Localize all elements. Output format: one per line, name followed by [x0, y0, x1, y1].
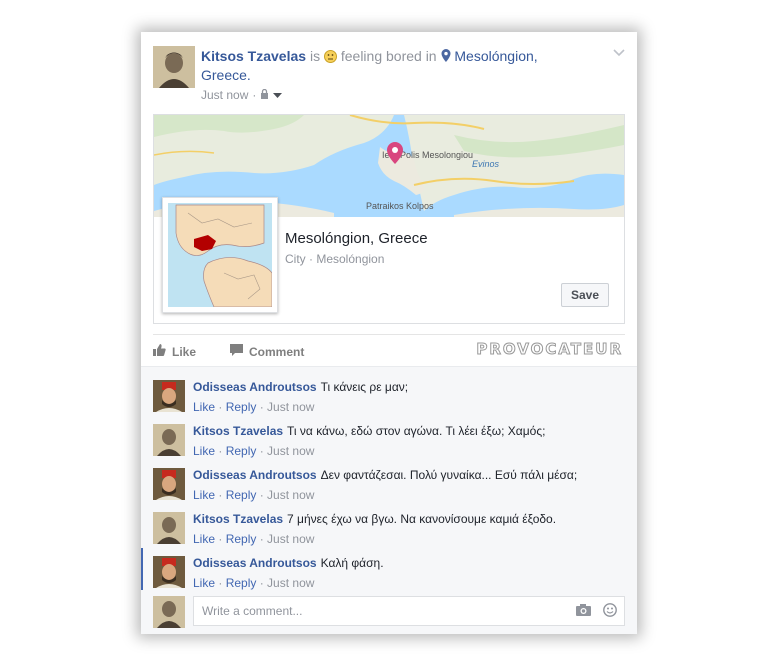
like-label: Like [172, 344, 197, 359]
lock-icon [260, 88, 269, 102]
comment-reply-link[interactable]: Reply [226, 444, 257, 458]
map-label-gulf: Patraikos Kolpos [366, 201, 434, 211]
comment-author[interactable]: Odisseas Androutsos [193, 556, 317, 570]
commenter-avatar[interactable] [153, 556, 185, 588]
watermark-text: PROVOCATEUR [476, 340, 623, 359]
feeling-text: feeling bored in [340, 48, 437, 64]
comment-text: Καλή φάση. [320, 556, 384, 570]
composer-icons [576, 603, 617, 622]
comment-body: Kitsos Tzavelas Τι να κάνω, εδώ στον αγών… [193, 423, 545, 439]
comment-item: Kitsos Tzavelas Τι να κάνω, εδώ στον αγών… [153, 418, 625, 460]
author-avatar[interactable] [153, 46, 195, 88]
comment-item: Odisseas Androutsos Καλή φάση. Like · Repl… [141, 548, 625, 592]
comment-input[interactable]: Write a comment... [193, 596, 625, 626]
thumbs-up-icon [153, 344, 166, 359]
comment-time[interactable]: Just now [267, 444, 314, 458]
comment-like-link[interactable]: Like [193, 444, 215, 458]
comment-author[interactable]: Odisseas Androutsos [193, 380, 317, 394]
commenter-avatar[interactable] [153, 468, 185, 500]
comment-icon [230, 344, 243, 359]
comment-actions: Like · Reply · Just now [193, 488, 315, 502]
comment-text: Τι να κάνω, εδώ στον αγώνα. Τι λέει έξω;… [287, 424, 546, 438]
pin-icon [441, 48, 455, 64]
like-button[interactable]: Like [153, 344, 196, 359]
post-card: Kitsos Tzavelas is feeling bored in Meso… [141, 32, 637, 634]
comment-reply-link[interactable]: Reply [226, 488, 257, 502]
place-subtitle: City · Mesolóngion [285, 252, 385, 266]
map-pin-icon [387, 142, 403, 169]
comment-item: Odisseas Androutsos Τι κάνεις ρε μαν; Like… [153, 374, 625, 416]
comment-like-link[interactable]: Like [193, 576, 215, 590]
comment-author[interactable]: Kitsos Tzavelas [193, 424, 283, 438]
comment-button[interactable]: Comment [230, 344, 304, 359]
location-country-link[interactable]: Greece. [201, 67, 251, 83]
comment-reply-link[interactable]: Reply [226, 532, 257, 546]
smiley-icon [323, 48, 341, 64]
place-title[interactable]: Mesolóngion, Greece [285, 230, 428, 247]
comment-text: 7 μήνες έχω να βγω. Να κανονίσουμε καμιά… [287, 512, 557, 526]
post-headline: Kitsos Tzavelas is feeling bored in Meso… [201, 47, 581, 85]
author-name[interactable]: Kitsos Tzavelas [201, 48, 306, 64]
post-header: Kitsos Tzavelas is feeling bored in Meso… [153, 44, 625, 104]
comment-item: Kitsos Tzavelas 7 μήνες έχω να βγω. Να κα… [153, 506, 625, 548]
is-word: is [309, 48, 321, 64]
save-button[interactable]: Save [561, 283, 609, 307]
commenter-avatar[interactable] [153, 424, 185, 456]
caret-down-icon[interactable] [273, 88, 283, 102]
commenter-avatar[interactable] [153, 380, 185, 412]
comment-actions: Like · Reply · Just now [193, 576, 315, 590]
comments-section: Odisseas Androutsos Τι κάνεις ρε μαν; Like… [141, 366, 637, 634]
chevron-down-icon[interactable] [613, 44, 625, 60]
comment-time[interactable]: Just now [267, 576, 314, 590]
comment-author[interactable]: Kitsos Tzavelas [193, 512, 283, 526]
comment-actions: Like · Reply · Just now [193, 444, 315, 458]
comment-body: Odisseas Androutsos Δεν φαντάζεσαι. Πολύ … [193, 467, 577, 483]
comment-item: Odisseas Androutsos Δεν φαντάζεσαι. Πολύ … [153, 462, 625, 504]
comment-reply-link[interactable]: Reply [226, 576, 257, 590]
comment-body: Odisseas Androutsos Τι κάνεις ρε μαν; [193, 379, 408, 395]
composer-avatar [153, 596, 185, 628]
post-meta: Just now · [201, 88, 283, 102]
emoji-icon[interactable] [603, 603, 617, 622]
comment-body: Kitsos Tzavelas 7 μήνες έχω να βγω. Να κα… [193, 511, 556, 527]
comment-actions: Like · Reply · Just now [193, 400, 315, 414]
location-link[interactable]: Mesolóngion, [454, 48, 537, 64]
comment-time[interactable]: Just now [267, 400, 314, 414]
comment-like-link[interactable]: Like [193, 488, 215, 502]
comment-composer: Write a comment... [153, 594, 625, 630]
comment-like-link[interactable]: Like [193, 400, 215, 414]
comment-text: Δεν φαντάζεσαι. Πολύ γυναίκα... Εσύ πάλι… [320, 468, 578, 482]
highlight-bar [141, 548, 143, 590]
comment-author[interactable]: Odisseas Androutsos [193, 468, 317, 482]
post-timestamp[interactable]: Just now [201, 88, 248, 102]
comment-time[interactable]: Just now [267, 488, 314, 502]
comment-reply-link[interactable]: Reply [226, 400, 257, 414]
place-attachment[interactable]: Iera Polis Mesolongiou Evinos Patraikos … [153, 114, 625, 324]
comment-body: Odisseas Androutsos Καλή φάση. [193, 555, 384, 571]
comment-like-link[interactable]: Like [193, 532, 215, 546]
map-label-river: Evinos [472, 159, 500, 169]
camera-icon[interactable] [576, 603, 591, 622]
region-map-thumbnail[interactable] [162, 197, 278, 313]
comment-label: Comment [249, 344, 305, 359]
post-actions: Like Comment PROVOCATEUR [153, 334, 625, 367]
comment-text: Τι κάνεις ρε μαν; [320, 380, 409, 394]
comment-time[interactable]: Just now [267, 532, 314, 546]
commenter-avatar[interactable] [153, 512, 185, 544]
comment-actions: Like · Reply · Just now [193, 532, 315, 546]
